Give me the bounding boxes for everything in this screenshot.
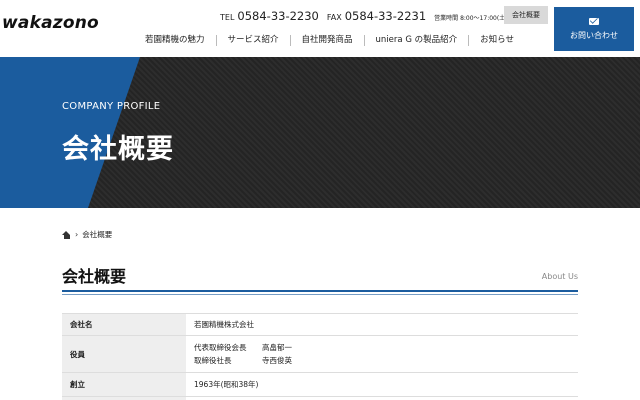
row-key <box>62 396 186 400</box>
officer-role: 代表取締役会長 <box>194 343 247 352</box>
table-row: 役員 代表取締役会長 高畠郁一 取締役社長 寺西俊英 <box>62 335 578 373</box>
nav-item-products[interactable]: 自社開発商品 <box>291 34 365 46</box>
nav-item-news[interactable]: お知らせ <box>469 35 525 46</box>
company-logo[interactable]: wakazono <box>2 13 99 33</box>
hero-subtitle: COMPANY PROFILE <box>62 101 161 112</box>
officer-name: 高畠郁一 <box>262 343 292 352</box>
site-header: wakazono TEL 0584-33-2230 FAX 0584-33-22… <box>0 0 640 57</box>
company-info-table: 会社名 若園精機株式会社 役員 代表取締役会長 高畠郁一 取締役社長 寺西俊英 … <box>62 313 578 400</box>
section-divider <box>62 290 578 292</box>
tel-number[interactable]: 0584-33-2230 <box>237 9 318 23</box>
breadcrumb: › 会社概要 <box>62 229 112 240</box>
table-row <box>62 396 578 400</box>
section-divider-thin <box>62 294 578 295</box>
row-key: 創立 <box>62 372 186 397</box>
officer-line: 取締役社長 寺西俊英 <box>194 354 578 367</box>
hero-title: 会社概要 <box>62 134 174 165</box>
global-nav: 若園精機の魅力 サービス紹介 自社開発商品 uniera G の製品紹介 お知ら… <box>134 34 525 46</box>
fax-number: 0584-33-2231 <box>344 9 427 23</box>
table-row: 会社名 若園精機株式会社 <box>62 313 578 336</box>
nav-item-services[interactable]: サービス紹介 <box>217 34 291 46</box>
envelope-icon <box>589 17 599 25</box>
company-profile-button[interactable]: 会社概要 <box>504 6 548 24</box>
hero-banner: COMPANY PROFILE 会社概要 <box>0 57 640 208</box>
tel-label: TEL <box>220 13 235 22</box>
nav-item-appeal[interactable]: 若園精機の魅力 <box>134 34 217 46</box>
row-value: 若園精機株式会社 <box>186 313 578 336</box>
section-title: 会社概要 <box>62 267 127 286</box>
chevron-right-icon: › <box>75 230 79 239</box>
row-value: 代表取締役会長 高畠郁一 取締役社長 寺西俊英 <box>186 335 578 373</box>
section-subtitle-en: About Us <box>541 272 578 281</box>
inquiry-label: お問い合わせ <box>570 30 618 40</box>
row-value <box>186 396 578 400</box>
officer-name: 寺西俊英 <box>262 356 292 365</box>
table-row: 創立 1963年(昭和38年) <box>62 372 578 397</box>
officer-line: 代表取締役会長 高畠郁一 <box>194 341 578 354</box>
nav-item-uniera[interactable]: uniera G の製品紹介 <box>365 34 470 46</box>
inquiry-button[interactable]: お問い合わせ <box>554 7 634 51</box>
breadcrumb-current: 会社概要 <box>82 230 113 239</box>
fax-label: FAX <box>326 13 342 22</box>
row-value: 1963年(昭和38年) <box>186 372 578 397</box>
contact-info: TEL 0584-33-2230 FAX 0584-33-2231 営業時間 8… <box>220 9 526 23</box>
home-icon[interactable] <box>62 230 71 239</box>
officer-role: 取締役社長 <box>194 356 232 365</box>
row-key: 会社名 <box>62 313 186 336</box>
row-key: 役員 <box>62 335 186 373</box>
